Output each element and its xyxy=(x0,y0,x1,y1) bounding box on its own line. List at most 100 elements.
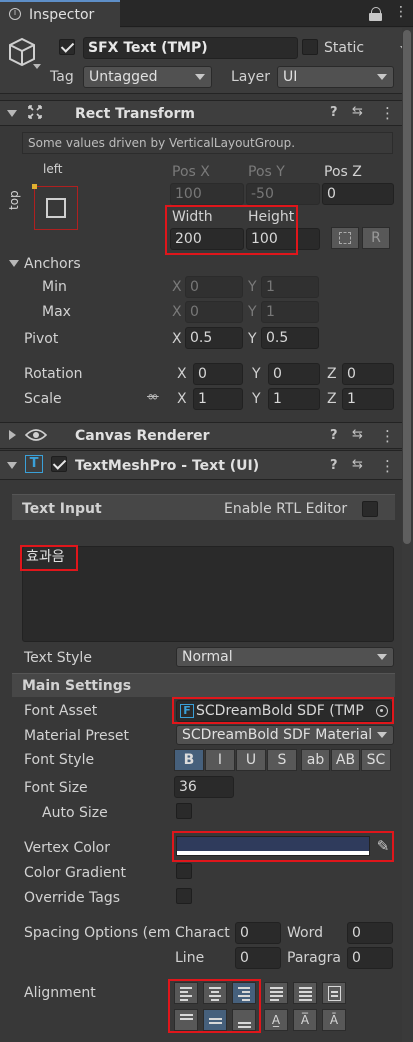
align-left-button[interactable] xyxy=(174,982,198,1004)
pivot-x-field[interactable]: 0.5 xyxy=(185,327,243,349)
align-justified-button[interactable] xyxy=(264,982,288,1004)
canvas-help-icon[interactable]: ? xyxy=(330,428,338,443)
auto-size-checkbox[interactable] xyxy=(176,803,192,819)
font-style-bold-button[interactable]: B xyxy=(174,749,204,771)
text-style-dropdown[interactable]: Normal xyxy=(176,647,394,667)
scale-label: Scale xyxy=(24,391,62,407)
inspector-tab[interactable]: i Inspector xyxy=(0,0,120,28)
align-capline-button[interactable]: Ā xyxy=(322,1009,346,1031)
min-y-field[interactable]: 1 xyxy=(261,276,319,298)
object-name-field[interactable]: SFX Text (TMP) xyxy=(83,37,298,59)
anchor-preset-button[interactable] xyxy=(32,184,78,230)
override-tags-checkbox[interactable] xyxy=(176,888,192,904)
align-midline-button[interactable]: A̅ xyxy=(293,1009,317,1031)
font-asset-label: Font Asset xyxy=(24,703,98,719)
scale-z-field[interactable]: 1 xyxy=(342,388,394,410)
align-middle-button[interactable] xyxy=(203,1009,227,1031)
pos-x-field[interactable]: 100 xyxy=(170,183,244,205)
rtl-checkbox[interactable] xyxy=(362,501,378,517)
layer-dropdown[interactable]: UI xyxy=(277,66,394,88)
character-spacing-field[interactable]: 0 xyxy=(235,922,281,944)
min-x-field[interactable]: 0 xyxy=(185,276,243,298)
static-label: Static xyxy=(324,40,365,56)
rot-y-field[interactable]: 0 xyxy=(268,363,320,385)
rect-transform-icon xyxy=(28,105,42,119)
eyedropper-icon[interactable]: ✎ xyxy=(373,836,393,856)
width-field[interactable]: 200 xyxy=(170,228,244,250)
anchors-foldout-arrow[interactable] xyxy=(9,260,19,267)
pivot-x-label: X xyxy=(172,331,182,347)
blueprint-mode-button[interactable] xyxy=(331,227,359,249)
vertex-color-alpha-bar xyxy=(177,851,369,855)
rot-x-field[interactable]: 0 xyxy=(193,363,243,385)
scale-y-field[interactable]: 1 xyxy=(268,388,320,410)
preset-icon[interactable]: ⇆ xyxy=(352,104,363,119)
rot-x-label: X xyxy=(177,366,187,382)
scale-x-field[interactable]: 1 xyxy=(193,388,243,410)
pos-z-field[interactable]: 0 xyxy=(322,183,394,205)
scrollbar-thumb[interactable] xyxy=(403,30,411,544)
canvas-renderer-title: Canvas Renderer xyxy=(75,428,210,444)
rot-z-field[interactable]: 0 xyxy=(342,363,394,385)
line-spacing-field[interactable]: 0 xyxy=(235,947,281,969)
text-style-value: Normal xyxy=(182,649,233,665)
text-input-value: 효과음 xyxy=(26,549,65,565)
font-style-underline-button[interactable]: U xyxy=(236,749,266,771)
align-baseline-button[interactable]: A̲ xyxy=(264,1009,288,1031)
static-checkbox[interactable] xyxy=(302,39,318,55)
tmp-help-icon[interactable]: ? xyxy=(330,458,338,473)
font-style-italic-button[interactable]: I xyxy=(205,749,235,771)
max-y-field[interactable]: 1 xyxy=(261,301,319,323)
align-center-button[interactable] xyxy=(203,982,227,1004)
tag-dropdown[interactable]: Untagged xyxy=(83,66,212,88)
vertex-color-label: Vertex Color xyxy=(24,840,111,856)
font-size-field[interactable]: 36 xyxy=(174,776,234,798)
text-input-area[interactable] xyxy=(22,546,394,642)
constrain-proportions-icon[interactable]: ∞ xyxy=(147,390,159,404)
align-bottom-button[interactable] xyxy=(232,1009,256,1031)
vertex-color-field[interactable] xyxy=(176,836,370,856)
material-preset-dropdown[interactable]: SCDreamBold SDF Material xyxy=(176,725,394,745)
override-tags-label: Override Tags xyxy=(24,890,121,906)
icon-dropdown-arrow[interactable] xyxy=(33,64,41,69)
align-top-button[interactable] xyxy=(174,1009,198,1031)
help-icon[interactable]: ? xyxy=(330,105,338,120)
canvas-menu-icon[interactable]: ⋮ xyxy=(380,427,395,445)
canvas-renderer-foldout-arrow[interactable] xyxy=(9,430,16,440)
pivot-y-field[interactable]: 0.5 xyxy=(261,327,319,349)
tmp-enabled-checkbox[interactable] xyxy=(51,456,67,472)
align-geometry-center-button[interactable] xyxy=(322,982,346,1004)
kebab-menu-icon[interactable]: ⋮ xyxy=(394,5,408,19)
font-style-lowercase-button[interactable]: ab xyxy=(301,749,330,771)
tmp-preset-icon[interactable]: ⇆ xyxy=(352,457,363,472)
tag-label: Tag xyxy=(50,69,74,85)
raw-edit-button[interactable]: R xyxy=(362,227,390,249)
object-picker-icon[interactable] xyxy=(376,705,388,717)
anchor-min-label: Min xyxy=(42,279,67,295)
height-field[interactable]: 100 xyxy=(246,228,320,250)
tmp-menu-icon[interactable]: ⋮ xyxy=(380,457,395,475)
word-spacing-field[interactable]: 0 xyxy=(347,922,393,944)
font-style-strikethrough-button[interactable]: S xyxy=(267,749,297,771)
color-gradient-label: Color Gradient xyxy=(24,865,126,881)
component-menu-icon[interactable]: ⋮ xyxy=(380,104,395,122)
font-style-smallcaps-button[interactable]: SC xyxy=(361,749,391,771)
pos-y-field[interactable]: -50 xyxy=(246,183,320,205)
alignment-label: Alignment xyxy=(24,985,96,1001)
font-style-uppercase-button[interactable]: AB xyxy=(331,749,360,771)
align-right-button[interactable] xyxy=(232,982,256,1004)
line-label: Line xyxy=(175,950,205,966)
font-asset-field[interactable]: F SCDreamBold SDF (TMP xyxy=(176,700,392,722)
font-style-label: Font Style xyxy=(24,752,95,768)
paragraph-spacing-field[interactable]: 0 xyxy=(347,947,393,969)
tmp-title: TextMeshPro - Text (UI) xyxy=(75,458,260,474)
rot-y-label: Y xyxy=(252,366,261,382)
rect-transform-foldout-arrow[interactable] xyxy=(7,110,17,117)
canvas-preset-icon[interactable]: ⇆ xyxy=(352,427,363,442)
color-gradient-checkbox[interactable] xyxy=(176,863,192,879)
active-checkbox[interactable] xyxy=(59,39,75,55)
max-x-field[interactable]: 0 xyxy=(185,301,243,323)
align-flush-button[interactable] xyxy=(293,982,317,1004)
anchor-max-label: Max xyxy=(42,304,71,320)
tmp-foldout-arrow[interactable] xyxy=(7,462,17,469)
